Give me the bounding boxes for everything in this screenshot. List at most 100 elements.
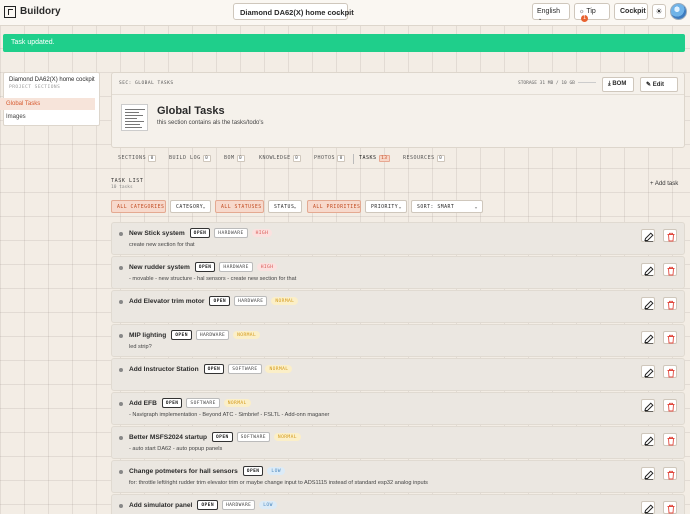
cockpit-button[interactable]: Cockpit: [614, 3, 648, 20]
delete-task-icon[interactable]: [663, 433, 677, 446]
project-selector[interactable]: Diamond DA62(X) home cockpit ⌄: [233, 3, 354, 20]
app-name[interactable]: Buildory: [20, 6, 61, 17]
task-title: New rudder system: [129, 263, 190, 271]
task-status-badge[interactable]: OPEN: [212, 432, 233, 442]
task-category-badge: SOFTWARE: [186, 398, 220, 408]
task-status-badge[interactable]: OPEN: [171, 330, 192, 340]
task-status-badge[interactable]: OPEN: [189, 228, 211, 238]
sidebar-item-label: Global Tasks: [6, 101, 41, 107]
filter-all-categories[interactable]: ALL CATEGORIES: [111, 200, 166, 213]
storage-text: STORAGE 31 MB / 10 GB: [518, 81, 575, 86]
tab-label: TASKS: [359, 155, 377, 161]
category-select-label: CATEGORY: [176, 205, 204, 210]
chevron-down-icon: ⌄: [474, 204, 478, 210]
task-card[interactable]: New rudder system OPEN HARDWARE HIGH - m…: [111, 256, 685, 289]
task-card[interactable]: Better MSFS2024 startup OPEN SOFTWARE NO…: [111, 426, 685, 459]
task-priority-badge: NORMAL: [223, 399, 251, 407]
tip-count-badge: 1: [581, 15, 588, 22]
edit-section-button[interactable]: ✎ Edit: [640, 77, 678, 92]
page-title: Global Tasks: [157, 105, 225, 117]
edit-task-icon[interactable]: [641, 331, 655, 344]
sort-select[interactable]: SORT: SMART ⌄: [411, 200, 483, 213]
delete-task-icon[interactable]: [663, 331, 677, 344]
bom-label: BOM: [612, 81, 627, 87]
task-status-badge[interactable]: OPEN: [242, 466, 264, 476]
task-bullet: [119, 436, 123, 440]
task-card[interactable]: Add Elevator trim motor OPEN HARDWARE NO…: [111, 290, 685, 323]
task-card[interactable]: MIP lighting OPEN HARDWARE NORMAL led st…: [111, 324, 685, 357]
language-label: English: [537, 8, 560, 15]
logo-icon[interactable]: [4, 6, 16, 18]
storage-indicator: STORAGE 31 MB / 10 GB: [518, 81, 596, 86]
edit-task-icon[interactable]: [641, 229, 655, 242]
filter-all-statuses[interactable]: ALL STATUSES: [215, 200, 264, 213]
edit-task-icon[interactable]: [641, 263, 655, 276]
task-status-badge[interactable]: OPEN: [203, 364, 225, 374]
task-status-badge[interactable]: OPEN: [197, 500, 219, 510]
task-bullet: [119, 470, 123, 474]
tab-photos[interactable]: PHOTOS 0: [314, 155, 346, 162]
add-task-label: Add task: [654, 181, 679, 187]
tab-build-log[interactable]: BUILD LOG 0: [169, 155, 211, 162]
language-selector[interactable]: English ⌄: [532, 3, 570, 22]
sidebar-item-images[interactable]: Images: [0, 111, 95, 123]
task-card[interactable]: New Stick system OPEN HARDWARE HIGH crea…: [111, 222, 685, 255]
edit-task-icon[interactable]: [641, 501, 655, 514]
task-priority-badge: LOW: [259, 501, 277, 509]
delete-task-icon[interactable]: [663, 399, 677, 412]
task-status-badge[interactable]: OPEN: [161, 398, 183, 408]
task-priority-badge: NORMAL: [271, 297, 299, 305]
bom-button[interactable]: ⤓ BOM: [602, 77, 634, 92]
delete-task-icon[interactable]: [663, 501, 677, 514]
task-card[interactable]: Add Instructor Station OPEN SOFTWARE NOR…: [111, 358, 685, 391]
delete-task-icon[interactable]: [663, 263, 677, 276]
filter-all-priorities[interactable]: ALL PRIORITIES: [307, 200, 361, 213]
task-bullet: [119, 368, 123, 372]
tab-tasks[interactable]: TASKS 13: [359, 155, 390, 162]
sidebar-item-global-tasks[interactable]: Global Tasks: [0, 98, 95, 110]
sort-select-label: SORT: SMART: [417, 205, 455, 210]
tab-resources[interactable]: RESOURCES 0: [403, 155, 445, 162]
tab-knowledge[interactable]: KNOWLEDGE 0: [259, 155, 301, 162]
tip-button[interactable]: ☼ Tip 1: [574, 3, 610, 22]
category-select[interactable]: CATEGORY ⌄: [170, 200, 211, 213]
download-icon: ⤓: [608, 81, 611, 87]
task-title: Add EFB: [129, 399, 157, 407]
status-select[interactable]: STATUS ⌄: [268, 200, 302, 213]
delete-task-icon[interactable]: [663, 229, 677, 242]
edit-task-icon[interactable]: [641, 365, 655, 378]
add-task-button[interactable]: + Add task: [650, 181, 678, 187]
avatar[interactable]: [670, 3, 687, 20]
theme-toggle-icon[interactable]: ☀: [652, 4, 666, 19]
toast-notification: Task updated.: [3, 34, 685, 52]
task-card[interactable]: Change potmeters for hall sensors OPEN L…: [111, 460, 685, 493]
delete-task-icon[interactable]: [663, 365, 677, 378]
edit-task-icon[interactable]: [641, 399, 655, 412]
task-title: Add simulator panel: [129, 501, 193, 509]
tab-label: KNOWLEDGE: [259, 155, 291, 161]
task-card[interactable]: Add EFB OPEN SOFTWARE NORMAL - Navigraph…: [111, 392, 685, 425]
tab-divider: [353, 154, 354, 164]
section-thumbnail[interactable]: [121, 104, 148, 131]
task-description: create new section for that: [129, 242, 195, 248]
tab-sections[interactable]: SECTIONS 0: [118, 155, 157, 162]
task-card[interactable]: Add simulator panel OPEN HARDWARE LOW pa…: [111, 494, 685, 514]
edit-task-icon[interactable]: [641, 467, 655, 480]
section-toolbar: SEC: GLOBAL TASKS STORAGE 31 MB / 10 GB …: [112, 73, 684, 95]
plus-icon: +: [650, 181, 654, 187]
tab-count: 0: [236, 155, 245, 162]
tab-bom[interactable]: BOM 0: [224, 155, 245, 162]
delete-task-icon[interactable]: [663, 467, 677, 480]
delete-task-icon[interactable]: [663, 297, 677, 310]
tab-label: PHOTOS: [314, 155, 336, 161]
chevron-down-icon: ⌄: [293, 204, 297, 210]
task-status-badge[interactable]: OPEN: [209, 296, 231, 306]
sidebar-section-header: PROJECT SECTIONS: [9, 85, 61, 90]
tab-count: 0: [292, 155, 301, 162]
task-count: 10 tasks: [111, 185, 133, 190]
edit-task-icon[interactable]: [641, 297, 655, 310]
task-bullet: [119, 334, 123, 338]
edit-task-icon[interactable]: [641, 433, 655, 446]
priority-select[interactable]: PRIORITY ⌄: [365, 200, 407, 213]
task-status-badge[interactable]: OPEN: [194, 262, 216, 272]
